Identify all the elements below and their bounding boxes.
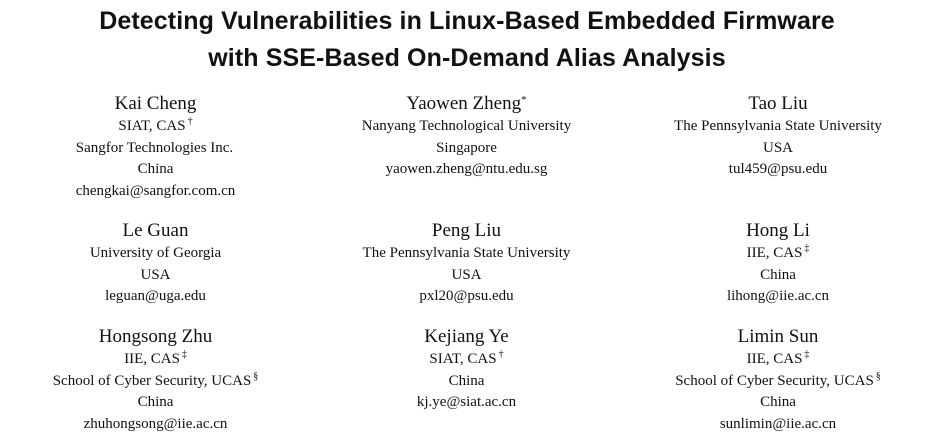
author-email: zhuhongsong@iie.ac.cn <box>83 415 228 432</box>
author-country: China <box>448 372 485 389</box>
author-affiliation: IIE, CAS ‡ <box>124 349 187 368</box>
author-name: Kejiang Ye <box>424 326 509 347</box>
author-affiliation: The Pennsylvania State University <box>362 245 571 261</box>
author-card: Kai Cheng SIAT, CAS † Sangfor Technologie… <box>0 92 311 219</box>
author-affiliation: SIAT, CAS † <box>429 349 504 368</box>
author-country: USA <box>451 266 482 283</box>
author-email: sunlimin@iie.ac.cn <box>719 415 837 432</box>
author-email: pxl20@psu.edu <box>419 288 514 304</box>
author-country: China <box>760 266 796 283</box>
author-affiliation: IIE, CAS ‡ <box>746 349 810 368</box>
author-email: kj.ye@siat.ac.cn <box>416 394 517 410</box>
author-country: China <box>137 161 174 177</box>
author-block: Kai Cheng SIAT, CAS † Sangfor Technologie… <box>0 92 934 437</box>
author-affiliation: School of Cyber Security, UCAS § <box>52 370 259 389</box>
author-name: Yaowen Zheng* <box>406 93 527 114</box>
author-affiliation: Nanyang Technological University <box>361 118 572 134</box>
author-email: chengkai@sangfor.com.cn <box>75 182 236 199</box>
footnote-mark: ‡ <box>181 349 187 360</box>
author-country: USA <box>762 139 793 156</box>
author-name: Kai Cheng <box>114 93 197 114</box>
paper-title-line-2: with SSE-Based On-Demand Alias Analysis <box>208 44 726 72</box>
author-affiliation: Sangfor Technologies Inc. <box>75 139 234 156</box>
author-affiliation: University of Georgia <box>89 245 222 261</box>
footnote-mark: ‡ <box>804 349 810 360</box>
author-email: tul459@psu.edu <box>728 161 828 177</box>
author-country: China <box>760 394 796 410</box>
author-name: Le Guan <box>122 220 189 241</box>
author-card: Yaowen Zheng* Nanyang Technological Univ… <box>311 92 622 219</box>
paper-title-line-1: Detecting Vulnerabilities in Linux-Based… <box>99 7 835 35</box>
author-affiliation: SIAT, CAS † <box>118 116 193 135</box>
author-affiliation: IIE, CAS ‡ <box>746 243 810 262</box>
footnote-mark: § <box>253 370 259 382</box>
author-name: Peng Liu <box>431 220 502 241</box>
author-name: Hong Li <box>746 220 810 241</box>
author-card: Limin Sun IIE, CAS ‡ School of Cyber Secu… <box>622 325 934 437</box>
footnote-mark: ‡ <box>804 243 810 254</box>
footnote-mark: † <box>187 116 193 127</box>
author-name: Hongsong Zhu <box>98 326 213 347</box>
author-name: Limin Sun <box>737 326 819 347</box>
author-country: Singapore <box>436 139 497 156</box>
author-email: lihong@iie.ac.cn <box>726 288 830 304</box>
author-card: Hongsong Zhu IIE, CAS ‡ School of Cyber S… <box>0 325 311 437</box>
footnote-mark: § <box>875 370 881 382</box>
author-affiliation: The Pennsylvania State University <box>674 118 882 134</box>
author-country: USA <box>140 266 171 283</box>
footnote-mark: † <box>498 349 504 360</box>
author-country: China <box>137 394 174 410</box>
author-card: Le Guan University of Georgia USA leguan… <box>0 219 311 325</box>
author-affiliation: School of Cyber Security, UCAS § <box>675 370 881 389</box>
author-email: leguan@uga.edu <box>105 288 206 304</box>
author-email: yaowen.zheng@ntu.edu.sg <box>385 161 548 177</box>
author-card: Tao Liu The Pennsylvania State Universit… <box>622 92 934 219</box>
author-card: Hong Li IIE, CAS ‡ China lihong@iie.ac.cn <box>622 219 934 325</box>
corresponding-author-mark: * <box>521 94 527 106</box>
author-card: Kejiang Ye SIAT, CAS † China kj.ye@siat.a… <box>311 325 622 437</box>
author-name: Tao Liu <box>748 93 808 114</box>
author-card: Peng Liu The Pennsylvania State Universi… <box>311 219 622 325</box>
